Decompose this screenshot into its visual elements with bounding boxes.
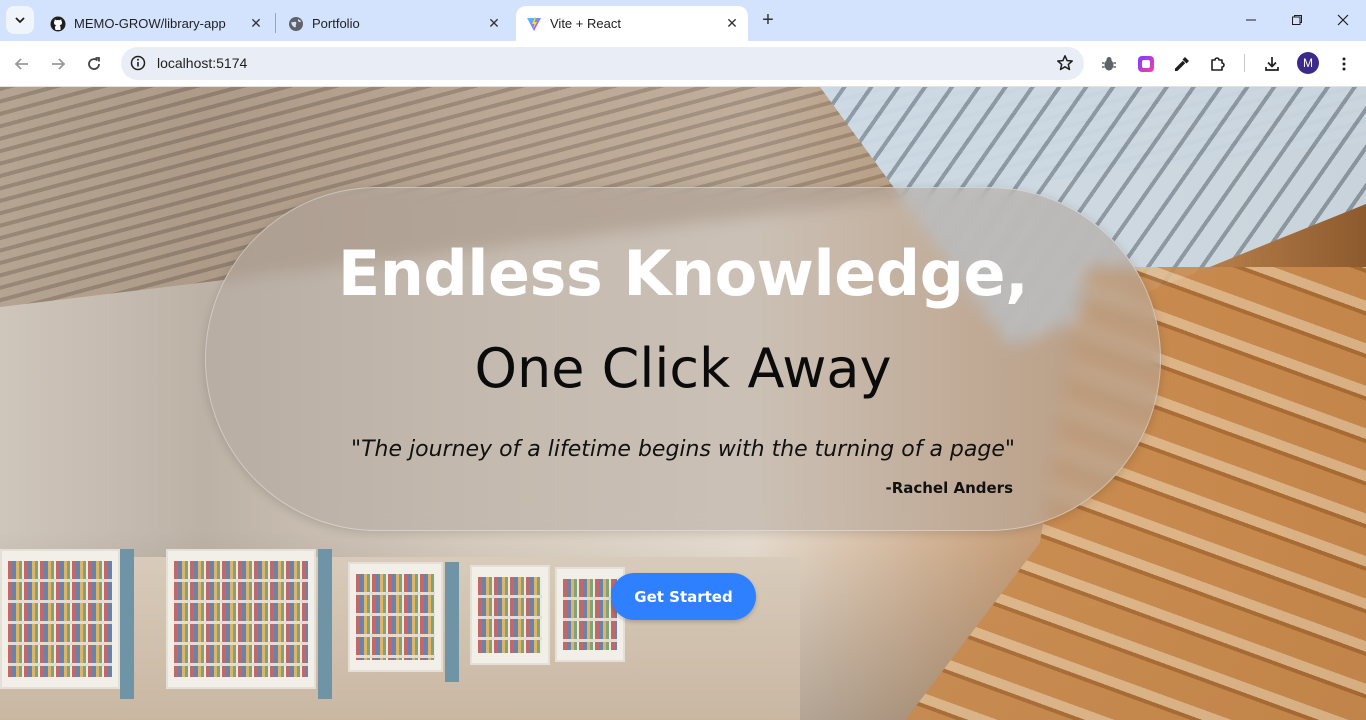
restore-button[interactable] [1274,0,1320,40]
background-shelf-panel [445,562,459,682]
tab-portfolio[interactable]: Portfolio ✕ [278,6,510,41]
tab-separator [275,13,276,33]
more-vertical-icon [1342,57,1346,71]
forward-button[interactable] [43,49,73,79]
tab-title: Portfolio [312,16,360,31]
browser-toolbar: localhost:5174 [0,41,1366,87]
page-viewport: Endless Knowledge, One Click Away "The j… [0,87,1366,720]
back-button[interactable] [7,49,37,79]
background-bookshelf [348,562,443,672]
reload-button[interactable] [79,49,109,79]
url-text: localhost:5174 [157,55,248,71]
minimize-icon [1246,19,1256,21]
profile-avatar[interactable]: M [1297,52,1319,74]
arrow-left-icon [14,58,28,70]
get-started-button[interactable]: Get Started [611,573,756,620]
background-shelf-panel [120,549,134,699]
tab-github[interactable]: MEMO-GROW/library-app ✕ [40,6,272,41]
background-bookshelf [470,565,550,665]
extensions-button[interactable] [1203,49,1233,79]
background-bookshelf [166,549,316,689]
puzzle-icon [1211,57,1225,71]
tab-search-button[interactable] [6,6,34,34]
gradient-app-icon [1138,56,1154,72]
github-icon [50,16,66,32]
toolbar-divider [1244,54,1245,72]
hero-subtitle: One Click Away [474,337,892,400]
globe-icon [288,16,304,32]
bug-icon [1102,57,1116,71]
extension-app-button[interactable] [1131,49,1161,79]
vite-icon [526,16,542,32]
bookmark-star-icon[interactable] [1054,52,1076,74]
hero-quote: "The journey of a lifetime begins with t… [350,437,1015,462]
minimize-button[interactable] [1228,0,1274,40]
close-window-button[interactable] [1320,0,1366,40]
tab-vite-react[interactable]: Vite + React ✕ [516,6,748,41]
tab-strip: MEMO-GROW/library-app ✕ Portfolio ✕ Vite… [0,0,1366,41]
background-shelf-panel [318,549,332,699]
browser-menu-button[interactable] [1329,49,1359,79]
arrow-right-icon [52,58,66,70]
site-info-icon[interactable] [129,54,147,72]
restore-icon [1292,15,1302,25]
background-bookshelf [555,567,625,662]
eyedropper-icon [1175,57,1189,71]
tab-title: Vite + React [550,16,621,31]
download-icon [1265,57,1279,71]
extension-bug-button[interactable] [1094,49,1124,79]
quote-author: -Rachel Anders [885,479,1013,497]
hero-panel: Endless Knowledge, One Click Away "The j… [205,187,1161,531]
hero-title: Endless Knowledge, [337,237,1029,310]
tab-title: MEMO-GROW/library-app [74,16,226,31]
extension-eyedropper-button[interactable] [1167,49,1197,79]
reload-icon [88,57,100,70]
downloads-button[interactable] [1257,49,1287,79]
tab-close-button[interactable]: ✕ [246,14,266,34]
close-icon [1337,14,1349,26]
chevron-down-icon [15,17,25,24]
address-bar[interactable]: localhost:5174 [121,47,1084,80]
tab-close-button[interactable]: ✕ [722,14,742,34]
new-tab-button[interactable]: + [756,8,780,32]
tab-close-button[interactable]: ✕ [484,14,504,34]
background-bookshelf [0,549,120,689]
